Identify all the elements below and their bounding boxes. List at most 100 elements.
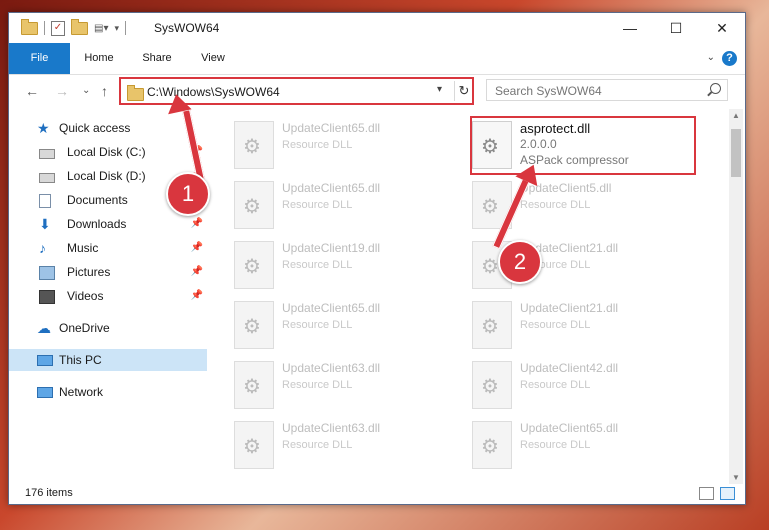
file-name: UpdateClient65.dll xyxy=(520,421,619,435)
step-badge-1: 1 xyxy=(166,172,210,216)
sidebar-item-onedrive[interactable]: ☁ OneDrive xyxy=(9,317,207,339)
dll-file-icon xyxy=(234,421,274,469)
scroll-down-icon[interactable]: ▼ xyxy=(732,473,740,482)
highlight-box-asprotect xyxy=(470,116,696,175)
sidebar-item-label: Network xyxy=(59,385,104,399)
minimize-button[interactable]: — xyxy=(607,13,653,43)
ribbon-tabs: File Home Share View ⌄ ? xyxy=(9,43,745,75)
download-icon: ⬇ xyxy=(39,216,51,232)
sidebar-item-label: Pictures xyxy=(67,265,111,279)
file-item[interactable]: UpdateClient5.dll Resource DLL xyxy=(452,175,682,235)
sidebar-item-local-disk-c[interactable]: Local Disk (C:) 📌 xyxy=(9,141,207,163)
view-switcher xyxy=(699,487,735,500)
file-item[interactable]: UpdateClient21.dll Resource DLL xyxy=(452,235,682,295)
toolbar-divider xyxy=(44,21,45,35)
item-count: 176 items xyxy=(25,487,73,499)
file-name: UpdateClient65.dll xyxy=(282,121,381,135)
dll-file-icon xyxy=(234,361,274,409)
pin-icon[interactable]: 📌 xyxy=(191,213,203,235)
sidebar-item-label: Documents xyxy=(67,193,128,207)
sidebar-item-label: Videos xyxy=(67,289,104,303)
toolbar-divider xyxy=(125,21,126,35)
maximize-button[interactable]: ☐ xyxy=(653,13,699,43)
refresh-button[interactable]: ↻ xyxy=(454,81,473,101)
details-view-icon[interactable] xyxy=(699,487,714,500)
sidebar-item-label: OneDrive xyxy=(59,321,110,335)
file-description: Resource DLL xyxy=(282,139,353,151)
pin-icon[interactable]: 📌 xyxy=(191,237,203,259)
file-description: Resource DLL xyxy=(520,439,591,451)
dll-file-icon xyxy=(234,301,274,349)
sidebar-item-label: Music xyxy=(67,241,99,255)
sidebar-item-this-pc[interactable]: This PC xyxy=(9,349,207,371)
sidebar-item-network[interactable]: Network xyxy=(9,381,207,403)
scroll-thumb[interactable] xyxy=(731,129,741,177)
sidebar-item-label: This PC xyxy=(59,353,102,367)
navigation-bar: ← → ⌄ ↑ C:\Windows\SysWOW64 ▾ ↻ xyxy=(9,75,745,107)
tiles-view-icon[interactable] xyxy=(720,487,735,500)
vertical-scrollbar[interactable]: ▲ ▼ xyxy=(729,109,743,484)
file-name: UpdateClient65.dll xyxy=(282,181,381,195)
sidebar-item-label: Local Disk (C:) xyxy=(67,145,146,159)
tab-home[interactable]: Home xyxy=(77,43,121,74)
sidebar-item-pictures[interactable]: Pictures 📌 xyxy=(9,261,207,283)
file-item[interactable]: UpdateClient63.dll Resource DLL xyxy=(214,355,444,415)
help-button[interactable]: ? xyxy=(722,51,737,66)
file-description: Resource DLL xyxy=(282,199,353,211)
file-description: Resource DLL xyxy=(520,199,591,211)
quick-access-toolbar: ✓ ▤▾ ▾ xyxy=(21,18,126,36)
customize-toolbar-icon[interactable]: ▤▾ xyxy=(94,23,108,34)
address-dropdown-icon[interactable]: ▾ xyxy=(437,84,442,95)
tab-view[interactable]: View xyxy=(191,43,235,74)
file-item[interactable]: UpdateClient65.dll Resource DLL xyxy=(452,415,682,475)
cloud-icon: ☁ xyxy=(37,320,51,336)
dll-file-icon xyxy=(472,421,512,469)
sidebar-item-videos[interactable]: Videos 📌 xyxy=(9,285,207,307)
file-item[interactable]: UpdateClient21.dll Resource DLL xyxy=(452,295,682,355)
search-box[interactable] xyxy=(486,79,728,101)
scroll-up-icon[interactable]: ▲ xyxy=(732,111,740,120)
file-description: Resource DLL xyxy=(520,379,591,391)
file-item[interactable]: UpdateClient42.dll Resource DLL xyxy=(452,355,682,415)
file-description: Resource DLL xyxy=(282,259,353,271)
search-input[interactable] xyxy=(493,83,697,99)
tab-file[interactable]: File xyxy=(9,43,70,74)
dll-file-icon xyxy=(234,241,274,289)
close-button[interactable]: ✕ xyxy=(699,13,745,43)
sidebar-item-label: Local Disk (D:) xyxy=(67,169,146,183)
new-folder-icon[interactable] xyxy=(71,18,88,35)
tab-share[interactable]: Share xyxy=(135,43,179,74)
recent-locations-button[interactable]: ⌄ xyxy=(82,85,90,96)
music-icon: ♪ xyxy=(39,240,46,256)
toolbar-dropdown-icon[interactable]: ▾ xyxy=(114,23,119,34)
sidebar-item-downloads[interactable]: ⬇ Downloads 📌 xyxy=(9,213,207,235)
file-item[interactable]: UpdateClient65.dll Resource DLL xyxy=(214,175,444,235)
pin-icon[interactable]: 📌 xyxy=(191,261,203,283)
dll-file-icon xyxy=(234,121,274,169)
title-bar: ✓ ▤▾ ▾ SysWOW64 — ☐ ✕ xyxy=(9,13,745,43)
file-item[interactable]: UpdateClient63.dll Resource DLL xyxy=(214,415,444,475)
step-badge-2: 2 xyxy=(498,240,542,284)
forward-button[interactable]: → xyxy=(55,83,69,99)
drive-icon xyxy=(39,149,55,159)
explorer-window: ✓ ▤▾ ▾ SysWOW64 — ☐ ✕ File Home Share Vi… xyxy=(8,12,746,505)
pin-icon[interactable]: 📌 xyxy=(191,285,203,307)
sidebar-item-quick-access[interactable]: ★ Quick access xyxy=(9,117,207,139)
file-description: Resource DLL xyxy=(282,439,353,451)
file-item[interactable]: UpdateClient65.dll Resource DLL xyxy=(214,115,444,175)
search-icon[interactable] xyxy=(710,83,721,94)
file-name: UpdateClient42.dll xyxy=(520,361,619,375)
file-name: UpdateClient65.dll xyxy=(282,301,381,315)
up-button[interactable]: ↑ xyxy=(101,83,108,99)
window-title: SysWOW64 xyxy=(154,21,220,35)
sidebar-item-music[interactable]: ♪ Music 📌 xyxy=(9,237,207,259)
network-icon xyxy=(37,387,53,398)
sidebar-item-label: Quick access xyxy=(59,121,131,135)
back-button[interactable]: ← xyxy=(25,83,39,99)
file-item[interactable]: UpdateClient65.dll Resource DLL xyxy=(214,295,444,355)
file-item[interactable]: UpdateClient19.dll Resource DLL xyxy=(214,235,444,295)
computer-icon xyxy=(37,355,53,366)
dll-file-icon xyxy=(234,181,274,229)
expand-ribbon-icon[interactable]: ⌄ xyxy=(707,52,715,63)
properties-icon[interactable]: ✓ xyxy=(51,20,65,36)
